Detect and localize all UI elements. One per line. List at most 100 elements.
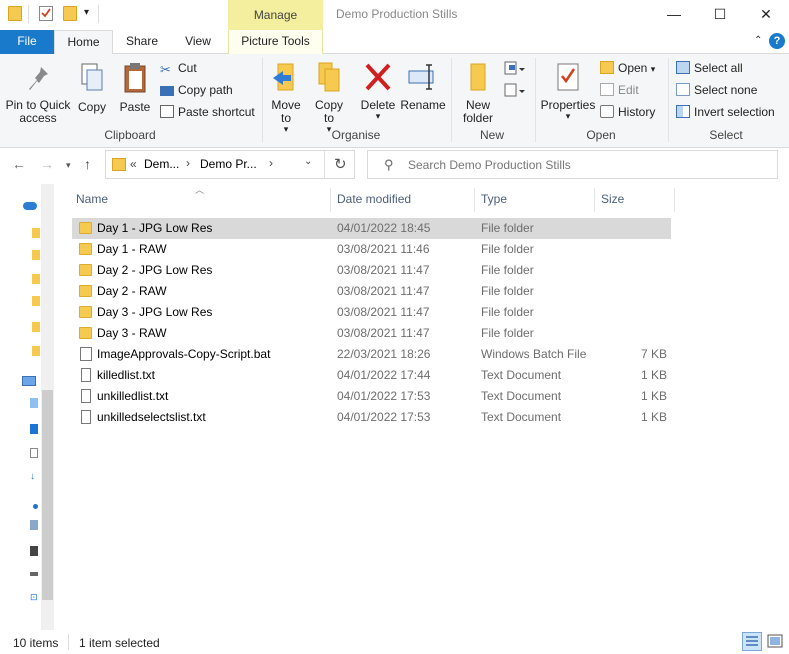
minimize-button[interactable]: —: [651, 0, 697, 28]
videos-icon[interactable]: [30, 546, 38, 556]
refresh-icon[interactable]: ↻: [334, 155, 347, 173]
folder-icon[interactable]: [32, 274, 40, 284]
properties-quick-icon[interactable]: [39, 6, 53, 21]
scissors-icon: ✂: [160, 62, 171, 77]
tab-share[interactable]: Share: [118, 30, 166, 54]
edit-label: Edit: [618, 83, 639, 97]
new-folder-button[interactable]: New folder: [458, 60, 498, 125]
documents-icon[interactable]: [30, 448, 38, 458]
address-bar[interactable]: « Dem... › Demo Pr... › ⌄ ↻: [105, 150, 355, 179]
rename-button[interactable]: Rename: [400, 60, 446, 112]
copy-icon: [81, 63, 103, 91]
file-type: Text Document: [481, 410, 562, 424]
network-icon[interactable]: ⊡: [30, 592, 38, 602]
file-row[interactable]: Day 2 - RAW 03/08/2021 11:47 File folder: [72, 281, 671, 302]
breadcrumb-overflow[interactable]: «: [130, 157, 137, 171]
tab-home[interactable]: Home: [54, 30, 113, 55]
tab-picture-tools[interactable]: Picture Tools: [228, 30, 323, 54]
select-none-button[interactable]: Select none: [676, 83, 757, 97]
breadcrumb-item[interactable]: Dem...: [144, 157, 179, 171]
paste-shortcut-button[interactable]: Paste shortcut: [160, 105, 255, 119]
cut-button[interactable]: ✂ Cut: [160, 61, 197, 76]
copy-to-button[interactable]: Copy to ▾: [311, 60, 347, 134]
recent-locations-chevron-icon[interactable]: ▾: [66, 160, 71, 171]
drive-icon[interactable]: [30, 572, 38, 576]
paste-button[interactable]: Paste: [117, 62, 153, 114]
file-row[interactable]: Day 1 - JPG Low Res 04/01/2022 18:45 File …: [72, 218, 671, 239]
file-name: unkilledlist.txt: [97, 389, 169, 403]
file-row[interactable]: unkilledselectslist.txt 04/01/2022 17:53 T…: [72, 407, 671, 428]
column-header-name[interactable]: Name: [76, 184, 330, 214]
new-item-button[interactable]: [503, 60, 525, 78]
file-row[interactable]: unkilledlist.txt 04/01/2022 17:53 Text Doc…: [72, 386, 671, 407]
file-list[interactable]: ︿ Name Date modified Type Size Day 1 - J…: [72, 184, 789, 630]
breadcrumb-separator-icon: ›: [269, 156, 273, 170]
batch-file-icon: [80, 347, 92, 361]
copy-path-icon: [160, 86, 174, 96]
forward-arrow-icon[interactable]: →: [40, 156, 54, 172]
column-divider[interactable]: [674, 188, 675, 212]
invert-selection-button[interactable]: Invert selection: [676, 105, 775, 119]
pin-to-quick-access-button[interactable]: Pin to Quick access: [4, 64, 72, 125]
file-row[interactable]: killedlist.txt 04/01/2022 17:44 Text Docum…: [72, 365, 671, 386]
folder-icon[interactable]: [32, 228, 40, 238]
invert-selection-label: Invert selection: [694, 105, 775, 119]
tab-view[interactable]: View: [174, 30, 222, 54]
customize-toolbar-chevron-icon[interactable]: ▾: [84, 7, 89, 18]
tab-manage[interactable]: Manage: [228, 0, 323, 30]
maximize-button[interactable]: ☐: [697, 0, 743, 28]
large-icons-view-button[interactable]: [765, 632, 785, 651]
edit-button[interactable]: Edit: [600, 83, 639, 97]
file-row[interactable]: Day 3 - JPG Low Res 03/08/2021 11:47 File …: [72, 302, 671, 323]
folder-icon[interactable]: [32, 250, 40, 260]
nav-scrollbar-thumb[interactable]: [42, 390, 53, 600]
onedrive-icon[interactable]: [23, 202, 37, 210]
folder-icon[interactable]: [32, 296, 40, 306]
copy-button[interactable]: Copy: [75, 62, 109, 114]
file-row[interactable]: Day 1 - RAW 03/08/2021 11:46 File folder: [72, 239, 671, 260]
column-header-date[interactable]: Date modified: [337, 184, 473, 214]
collapse-ribbon-chevron-icon[interactable]: ⌃: [754, 35, 762, 46]
column-divider[interactable]: [594, 188, 595, 212]
search-input[interactable]: ⚲ Search Demo Production Stills: [367, 150, 778, 179]
close-button[interactable]: ✕: [743, 0, 789, 28]
downloads-icon[interactable]: ↓: [30, 472, 38, 482]
open-button[interactable]: Open ▾: [600, 61, 655, 75]
large-icons-view-icon: [767, 634, 783, 648]
new-folder-quick-icon[interactable]: [63, 6, 77, 21]
easy-access-button[interactable]: [503, 82, 525, 100]
folder-icon[interactable]: [32, 322, 40, 332]
folder-icon[interactable]: [32, 346, 40, 356]
help-icon[interactable]: ?: [769, 33, 785, 49]
desktop-icon[interactable]: [30, 424, 38, 434]
folder-icon: [8, 6, 22, 21]
properties-button[interactable]: Properties ▾: [539, 60, 597, 121]
this-pc-icon[interactable]: [22, 376, 36, 386]
select-all-button[interactable]: Select all: [676, 61, 743, 75]
file-row[interactable]: Day 3 - RAW 03/08/2021 11:47 File folder: [72, 323, 671, 344]
file-row[interactable]: Day 2 - JPG Low Res 03/08/2021 11:47 File …: [72, 260, 671, 281]
copy-path-button[interactable]: Copy path: [160, 83, 233, 97]
music-icon[interactable]: [33, 504, 38, 509]
file-name: Day 1 - JPG Low Res: [97, 221, 213, 235]
history-button[interactable]: History: [600, 105, 655, 119]
column-divider[interactable]: [474, 188, 475, 212]
back-arrow-icon[interactable]: ←: [12, 156, 26, 172]
pictures-icon[interactable]: [30, 520, 38, 530]
breadcrumb-item[interactable]: Demo Pr...: [200, 157, 257, 171]
column-header-size[interactable]: Size: [601, 184, 671, 214]
up-arrow-icon[interactable]: ↑: [84, 156, 91, 172]
column-header-type[interactable]: Type: [481, 184, 593, 214]
folder-icon: [79, 264, 92, 276]
file-row[interactable]: ImageApprovals-Copy-Script.bat 22/03/2021…: [72, 344, 671, 365]
move-to-button[interactable]: Move to ▾: [268, 60, 304, 134]
details-view-button[interactable]: [742, 632, 762, 651]
3d-objects-icon[interactable]: [30, 398, 38, 408]
tab-file[interactable]: File: [0, 30, 54, 54]
column-divider[interactable]: [330, 188, 331, 212]
file-name: Day 2 - JPG Low Res: [97, 263, 213, 277]
copy-to-label: Copy to: [314, 98, 343, 125]
properties-icon: [557, 63, 579, 91]
delete-button[interactable]: Delete ▾: [358, 60, 398, 121]
address-dropdown-chevron-icon[interactable]: ⌄: [304, 156, 312, 167]
